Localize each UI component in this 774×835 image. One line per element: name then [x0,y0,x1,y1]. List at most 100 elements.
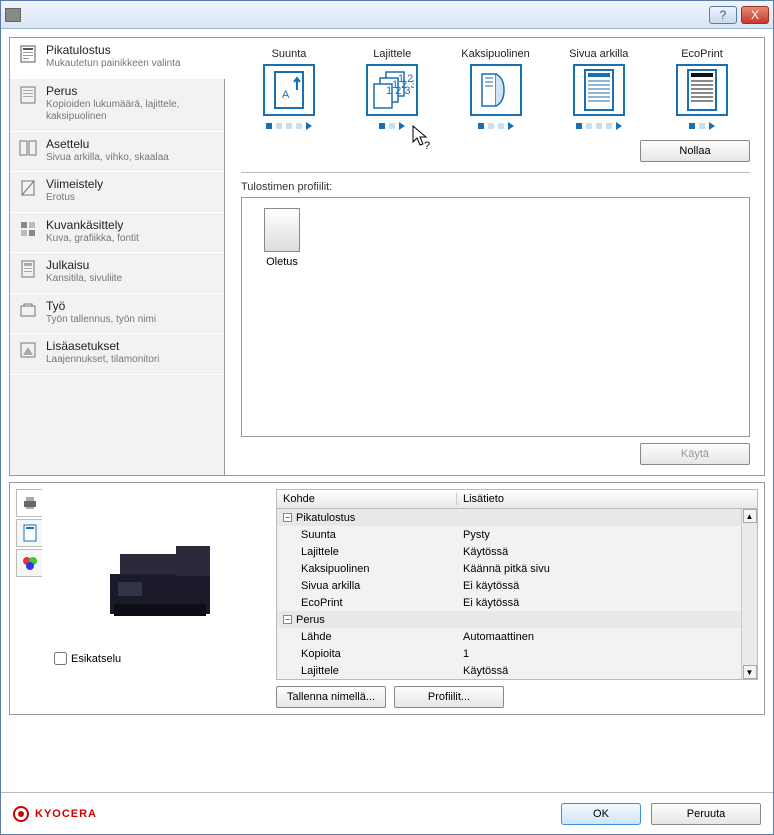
quick-indicator [689,122,715,130]
brand-logo: KYOCERA [13,806,97,822]
sidebar-item-perus[interactable]: PerusKopioiden lukumäärä, lajittele, kak… [10,79,224,132]
table-row: −Perus [277,611,757,628]
collate-icon: 1 2 31 2 31 2 3 [366,64,418,116]
quick-label: Lajittele [373,48,411,60]
brand-text: KYOCERA [35,808,97,820]
quick-indicator [576,122,622,130]
save-as-button[interactable]: Tallenna nimellä... [276,686,386,708]
brand-mark-icon [13,806,29,822]
sidebar-item-desc: Kansitila, sivuliite [46,273,122,286]
sidebar-item-label: Kuvankäsittely [46,218,139,233]
basic-icon [18,85,38,105]
table-row: LajitteleKäytössä [277,662,757,679]
imaging-icon [18,219,38,239]
quickprint-icon [18,44,38,64]
reset-button[interactable]: Nollaa [640,140,750,162]
quick-label: Sivua arkilla [569,48,628,60]
footer: KYOCERA OK Peruuta [1,792,773,834]
preview-area: Esikatselu [50,489,270,669]
details-body[interactable]: −Pikatulostus SuuntaPysty LajitteleKäytö… [276,509,758,680]
quick-ecoprint[interactable]: EcoPrint [658,48,746,130]
vertical-scrollbar[interactable]: ▲▼ [741,509,757,679]
scroll-up-icon[interactable]: ▲ [743,509,757,523]
details-head-col1[interactable]: Kohde [277,493,457,505]
cancel-button[interactable]: Peruuta [651,803,761,825]
titlebar: ? X [1,1,773,29]
profile-name: Oletus [266,256,298,268]
sidebar-item-label: Työ [46,299,156,314]
apply-button[interactable]: Käytä [640,443,750,465]
preview-tab-page[interactable] [16,519,42,547]
sidebar-item-asettelu[interactable]: AsetteluSivua arkilla, vihko, skaalaa [10,132,224,173]
svg-text:A: A [282,89,290,101]
sidebar-item-label: Asettelu [46,137,169,152]
collapse-icon[interactable]: − [283,513,292,522]
quick-indicator [478,122,514,130]
sidebar-item-julkaisu[interactable]: JulkaisuKansitila, sivuliite [10,253,224,294]
table-row: Sivua arkillaEi käytössä [277,577,757,594]
preview-checkbox-label: Esikatselu [71,653,121,665]
profiles-listbox[interactable]: Oletus [241,197,750,437]
sidebar-item-label: Lisäasetukset [46,339,159,354]
sidebar-item-label: Viimeistely [46,177,103,192]
close-button[interactable]: X [741,6,769,24]
scroll-down-icon[interactable]: ▼ [743,665,757,679]
sidebar-item-desc: Erotus [46,192,103,205]
profile-item[interactable]: Oletus [252,208,312,268]
right-pane: Suunta A Lajittele 1 2 31 2 31 2 3 [231,38,764,475]
sidebar-item-label: Pikatulostus [46,43,181,58]
profiles-button[interactable]: Profiilit... [394,686,504,708]
app-icon [5,8,21,22]
sidebar-item-tyo[interactable]: TyöTyön tallennus, työn nimi [10,294,224,335]
quick-label: Kaksipuolinen [461,48,530,60]
printer-image [100,534,220,624]
table-row: LähdeAutomaattinen [277,628,757,645]
quick-label: EcoPrint [681,48,723,60]
sidebar-item-desc: Työn tallennus, työn nimi [46,314,156,327]
preview-tab-color[interactable] [16,549,42,577]
lower-panel: Esikatselu Kohde Lisätieto −Pikatulostus… [9,482,765,715]
profiles-label: Tulostimen profiilit: [241,181,750,193]
sidebar-item-pikatulostus[interactable]: Pikatulostus Mukautetun painikkeen valin… [10,38,225,79]
preview-tabs [16,489,44,708]
sidebar-item-desc: Sivua arkilla, vihko, skaalaa [46,152,169,165]
table-row: SuuntaPysty [277,526,757,543]
sidebar-item-lisaasetukset[interactable]: LisäasetuksetLaajennukset, tilamonitori [10,334,224,375]
sidebar-item-desc: Mukautetun painikkeen valinta [46,58,181,71]
details-header: Kohde Lisätieto [276,489,758,509]
sidebar-item-label: Perus [46,84,216,99]
collapse-icon[interactable]: − [283,615,292,624]
sidebar-item-kuvankasittely[interactable]: KuvankäsittelyKuva, grafiikka, fontit [10,213,224,254]
publishing-icon [18,259,38,279]
quick-pagesper[interactable]: Sivua arkilla [555,48,643,130]
advanced-icon [18,340,38,360]
quick-collate[interactable]: Lajittele 1 2 31 2 31 2 3 [348,48,436,130]
job-icon [18,300,38,320]
details-head-col2[interactable]: Lisätieto [457,493,757,505]
quick-duplex[interactable]: Kaksipuolinen [452,48,540,130]
upper-panel: Pikatulostus Mukautetun painikkeen valin… [9,37,765,476]
sidebar-item-viimeistely[interactable]: ViimeistelyErotus [10,172,224,213]
divider [241,172,750,173]
sidebar-item-desc: Kopioiden lukumäärä, lajittele, kaksipuo… [46,99,216,124]
preview-tab-printer[interactable] [16,489,42,517]
preview-checkbox[interactable]: Esikatselu [54,652,121,665]
quick-indicator [266,122,312,130]
quick-row: Suunta A Lajittele 1 2 31 2 31 2 3 [241,48,750,130]
table-row: KaksipuolinenKäännä pitkä sivu [277,560,757,577]
sidebar-item-desc: Laajennukset, tilamonitori [46,354,159,367]
quick-indicator [379,122,405,130]
finishing-icon [18,178,38,198]
duplex-icon [470,64,522,116]
profile-thumb-icon [264,208,300,252]
layout-icon [18,138,38,158]
sidebar-item-label: Julkaisu [46,258,122,273]
quick-orientation[interactable]: Suunta A [245,48,333,130]
preview-checkbox-input[interactable] [54,652,67,665]
table-row: EcoPrintEi käytössä [277,594,757,611]
help-button[interactable]: ? [709,6,737,24]
ecoprint-icon [676,64,728,116]
sidebar: Pikatulostus Mukautetun painikkeen valin… [10,38,225,475]
ok-button[interactable]: OK [561,803,641,825]
dialog-window: ? X Pikatulostus Mukautetun painikkeen v… [0,0,774,835]
